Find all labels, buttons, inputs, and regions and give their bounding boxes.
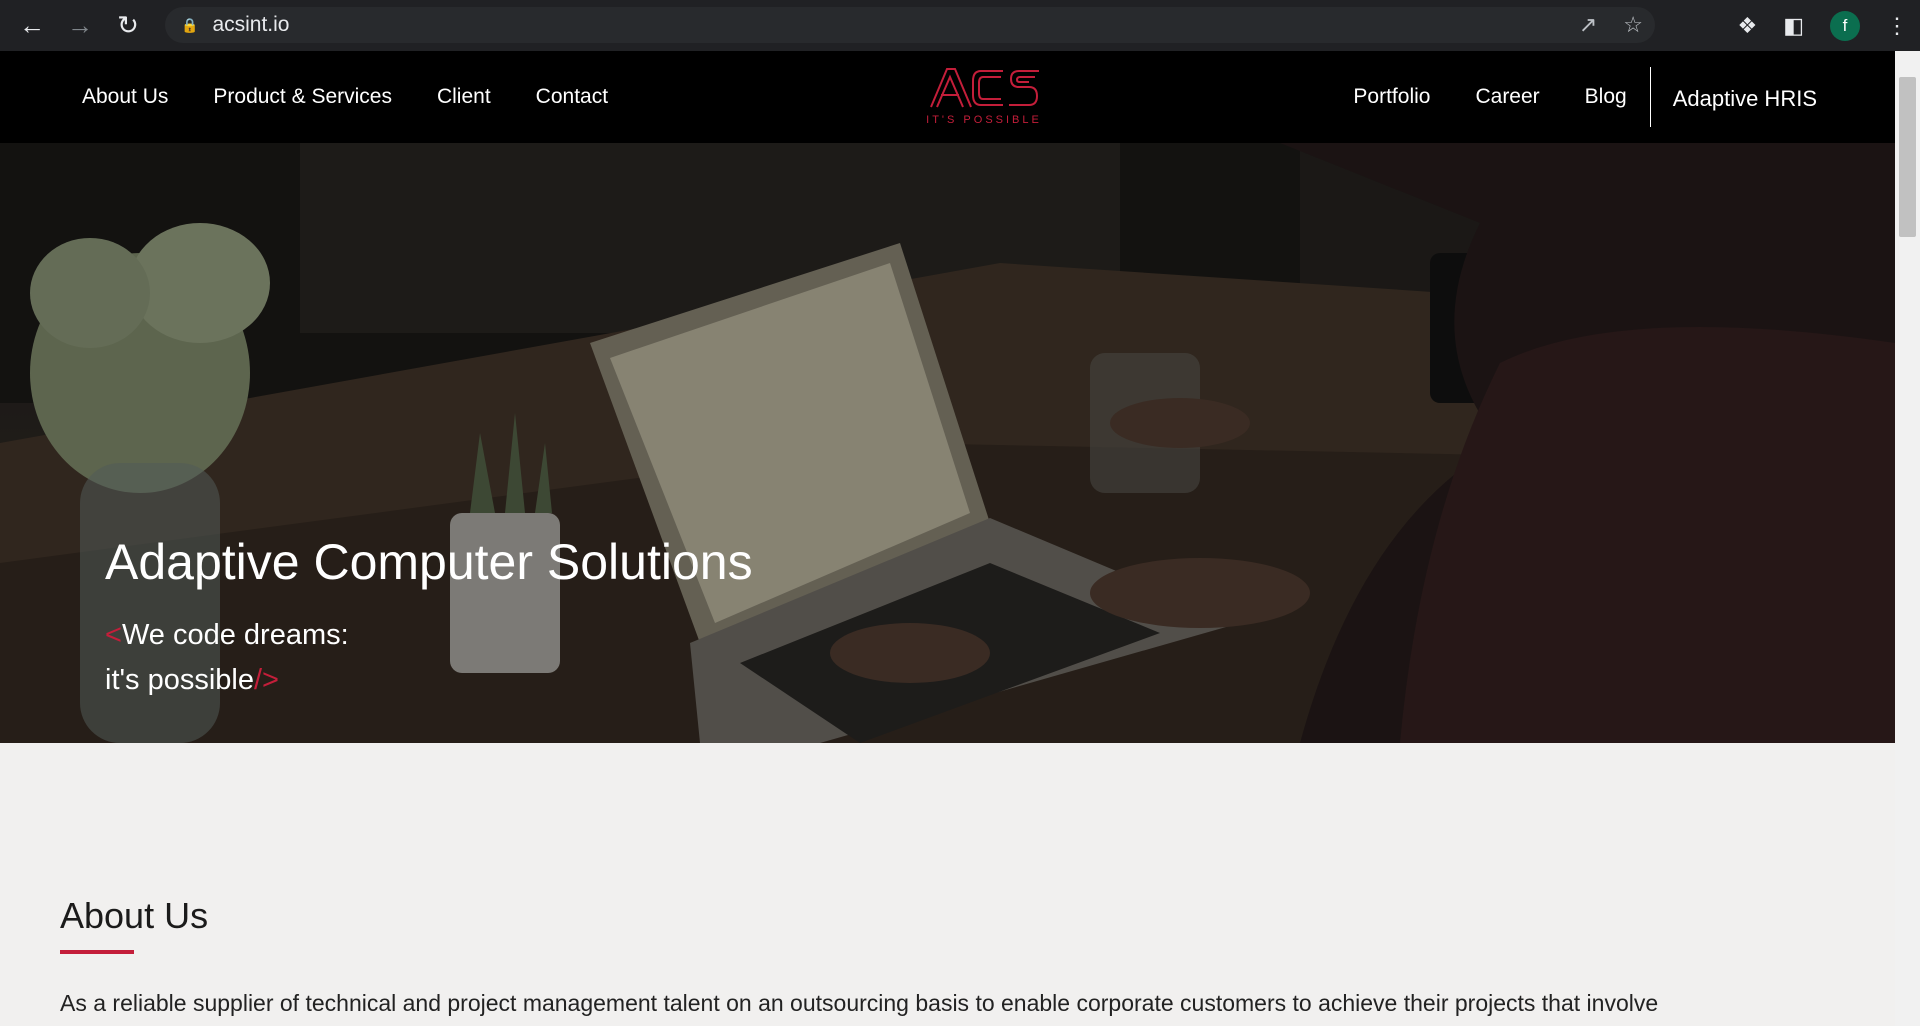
nav-adaptive-hris[interactable]: Adaptive HRIS <box>1673 86 1817 112</box>
close-bracket: /> <box>254 664 279 696</box>
nav-left: About Us Product & Services Client Conta… <box>82 51 608 143</box>
hero-subtitle: <We code dreams: it's possible/> <box>105 613 349 703</box>
hero-banner: Adaptive Computer Solutions <We code dre… <box>0 143 1895 743</box>
address-bar[interactable]: 🔒 acsint.io ↗ ☆ <box>165 7 1655 43</box>
nav-portfolio[interactable]: Portfolio <box>1353 85 1430 109</box>
side-panel-icon[interactable]: ◧ <box>1783 13 1804 39</box>
site-header: About Us Product & Services Client Conta… <box>0 51 1895 143</box>
nav-contact[interactable]: Contact <box>536 85 608 109</box>
logo-tagline: IT'S POSSIBLE <box>926 114 1042 126</box>
about-paragraph: As a reliable supplier of technical and … <box>60 990 1659 1016</box>
nav-about-us[interactable]: About Us <box>82 85 168 109</box>
nav-product-services[interactable]: Product & Services <box>213 85 392 109</box>
nav-client[interactable]: Client <box>437 85 491 109</box>
nav-divider <box>1649 67 1651 127</box>
back-icon[interactable]: ← <box>8 2 56 50</box>
hero-line-1: We code dreams: <box>121 619 349 651</box>
scrollbar-thumb[interactable] <box>1899 77 1916 237</box>
nav-right: Portfolio Career Blog Adaptive HRIS <box>1308 51 1817 143</box>
reload-icon[interactable]: ↻ <box>104 2 152 50</box>
hero-line-2: it's possible <box>105 664 254 696</box>
acs-logo-mark <box>930 68 1039 108</box>
open-bracket: < <box>105 619 122 651</box>
about-underline <box>60 950 134 954</box>
nav-career[interactable]: Career <box>1475 85 1539 109</box>
browser-toolbar: ← → ↻ 🔒 acsint.io ↗ ☆ ❖ ◧ f ⋮ <box>0 0 1920 51</box>
url-text[interactable]: acsint.io <box>212 13 289 37</box>
profile-avatar[interactable]: f <box>1830 10 1860 41</box>
acs-logo[interactable]: IT'S POSSIBLE <box>925 63 1043 133</box>
page-scrollbar[interactable] <box>1895 51 1920 1026</box>
share-icon[interactable]: ↗ <box>1579 12 1597 38</box>
hero-title: Adaptive Computer Solutions <box>105 534 753 590</box>
menu-icon[interactable]: ⋮ <box>1886 13 1908 39</box>
star-icon[interactable]: ☆ <box>1623 12 1643 38</box>
lock-icon[interactable]: 🔒 <box>181 17 198 34</box>
nav-blog[interactable]: Blog <box>1585 85 1627 109</box>
forward-icon[interactable]: → <box>56 2 104 50</box>
extensions-icon[interactable]: ❖ <box>1737 13 1757 39</box>
about-heading: About Us <box>60 895 209 936</box>
